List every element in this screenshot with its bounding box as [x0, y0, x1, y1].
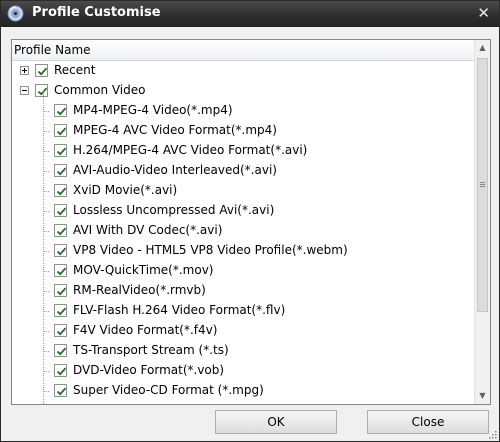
- list-item[interactable]: AVI-Audio-Video Interleaved(*.avi): [12, 161, 474, 181]
- item-checkbox[interactable]: [54, 344, 67, 357]
- list-item[interactable]: MPEG-4 AVC Video Format(*.mp4): [12, 121, 474, 141]
- profile-customise-dialog: Profile Customise ✕ Profile Name Recent C…: [0, 0, 500, 442]
- collapse-icon[interactable]: [20, 86, 29, 95]
- item-label: AVI-Audio-Video Interleaved(*.avi): [73, 163, 277, 177]
- list-item[interactable]: TS-Transport Stream (*.ts): [12, 341, 474, 361]
- item-checkbox[interactable]: [54, 304, 67, 317]
- item-checkbox[interactable]: [54, 384, 67, 397]
- item-checkbox[interactable]: [54, 164, 67, 177]
- item-label: XviD Movie(*.avi): [73, 183, 178, 197]
- item-checkbox[interactable]: [54, 264, 67, 277]
- thumb-grip-line: [480, 186, 485, 187]
- list-item[interactable]: VP8 Video - HTML5 VP8 Video Profile(*.we…: [12, 241, 474, 261]
- item-label: Lossless Uncompressed Avi(*.avi): [73, 203, 275, 217]
- tree-group-row[interactable]: Common Video: [12, 81, 474, 101]
- ok-button[interactable]: OK: [215, 410, 337, 434]
- scroll-up-icon[interactable]: ▲: [475, 40, 490, 56]
- list-item[interactable]: Super Video-CD Format (*.mpg): [12, 381, 474, 401]
- window-title: Profile Customise: [32, 5, 161, 20]
- close-icon[interactable]: ✕: [477, 4, 490, 22]
- close-button[interactable]: Close: [367, 410, 489, 434]
- list-item[interactable]: XviD Movie(*.avi): [12, 181, 474, 201]
- vertical-scrollbar[interactable]: ▲ ▼: [474, 40, 490, 404]
- item-checkbox[interactable]: [54, 184, 67, 197]
- item-label: TS-Transport Stream (*.ts): [73, 343, 229, 357]
- group-checkbox[interactable]: [35, 84, 48, 97]
- item-checkbox[interactable]: [54, 364, 67, 377]
- title-bar[interactable]: Profile Customise ✕: [1, 1, 499, 27]
- group-label: Common Video: [54, 83, 146, 97]
- item-label: MP4-MPEG-4 Video(*.mp4): [73, 103, 233, 117]
- tree-connector-vertical: [43, 91, 44, 404]
- item-label: F4V Video Format(*.f4v): [73, 323, 218, 337]
- item-label: MPEG-4 AVC Video Format(*.mp4): [73, 123, 277, 137]
- item-label: Super Video-CD Format (*.mpg): [73, 383, 264, 397]
- resize-grip-icon[interactable]: [487, 429, 497, 439]
- tree-group-row[interactable]: Recent: [12, 61, 474, 81]
- list-item[interactable]: DVD-Video Format(*.vob): [12, 361, 474, 381]
- expand-icon[interactable]: [20, 66, 29, 75]
- list-item[interactable]: Lossless Uncompressed Avi(*.avi): [12, 201, 474, 221]
- thumb-grip-line: [480, 184, 485, 185]
- group-label: Recent: [54, 63, 96, 77]
- column-header-profile-name[interactable]: Profile Name: [12, 40, 474, 61]
- list-item[interactable]: AVI With DV Codec(*.avi): [12, 221, 474, 241]
- item-label: H.264/MPEG-4 AVC Video Format(*.avi): [73, 143, 308, 157]
- item-checkbox[interactable]: [54, 224, 67, 237]
- item-label: AVI With DV Codec(*.avi): [73, 223, 223, 237]
- item-label: DVD-Video Format(*.vob): [73, 363, 225, 377]
- scroll-down-icon[interactable]: ▼: [475, 388, 490, 404]
- list-item[interactable]: H.264/MPEG-4 AVC Video Format(*.avi): [12, 141, 474, 161]
- app-disc-icon: [7, 5, 24, 22]
- item-checkbox[interactable]: [54, 284, 67, 297]
- tree-rows: Recent Common Video MP4-MPEG-4 Video(*.mp4…: [12, 61, 474, 404]
- item-label: VP8 Video - HTML5 VP8 Video Profile(*.we…: [73, 243, 348, 257]
- item-checkbox[interactable]: [54, 104, 67, 117]
- list-item[interactable]: MOV-QuickTime(*.mov): [12, 261, 474, 281]
- thumb-grip-line: [480, 182, 485, 183]
- item-label: RM-RealVideo(*.rmvb): [73, 283, 206, 297]
- item-label: MOV-QuickTime(*.mov): [73, 263, 214, 277]
- item-checkbox[interactable]: [54, 204, 67, 217]
- item-checkbox[interactable]: [54, 124, 67, 137]
- list-item[interactable]: RM-RealVideo(*.rmvb): [12, 281, 474, 301]
- list-item[interactable]: F4V Video Format(*.f4v): [12, 321, 474, 341]
- item-label: FLV-Flash H.264 Video Format(*.flv): [73, 303, 286, 317]
- list-item[interactable]: MP4-MPEG-4 Video(*.mp4): [12, 101, 474, 121]
- profile-tree-list[interactable]: Profile Name Recent Common Video MP4-MPEG-…: [11, 39, 491, 405]
- item-checkbox[interactable]: [54, 324, 67, 337]
- group-checkbox[interactable]: [35, 64, 48, 77]
- scrollbar-thumb[interactable]: [477, 58, 488, 312]
- item-checkbox[interactable]: [54, 144, 67, 157]
- column-header-label: Profile Name: [14, 43, 91, 57]
- item-checkbox[interactable]: [54, 244, 67, 257]
- list-item[interactable]: FLV-Flash H.264 Video Format(*.flv): [12, 301, 474, 321]
